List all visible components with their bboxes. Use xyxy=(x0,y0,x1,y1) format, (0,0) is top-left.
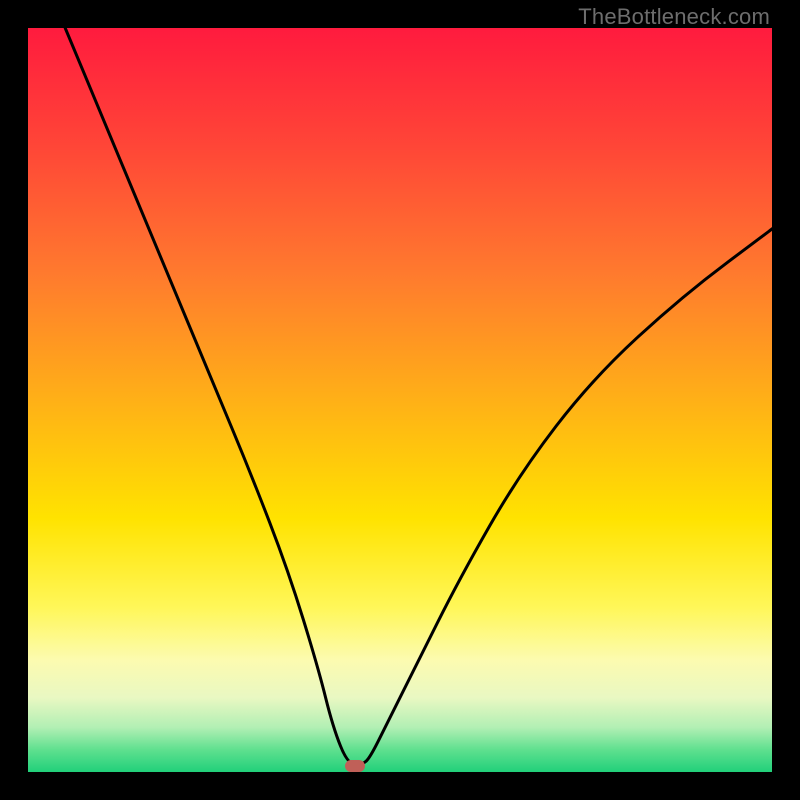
watermark-text: TheBottleneck.com xyxy=(578,4,770,30)
chart-frame: TheBottleneck.com xyxy=(0,0,800,800)
plot-area xyxy=(28,28,772,772)
bottleneck-curve xyxy=(28,28,772,772)
optimal-point-marker xyxy=(345,760,365,772)
